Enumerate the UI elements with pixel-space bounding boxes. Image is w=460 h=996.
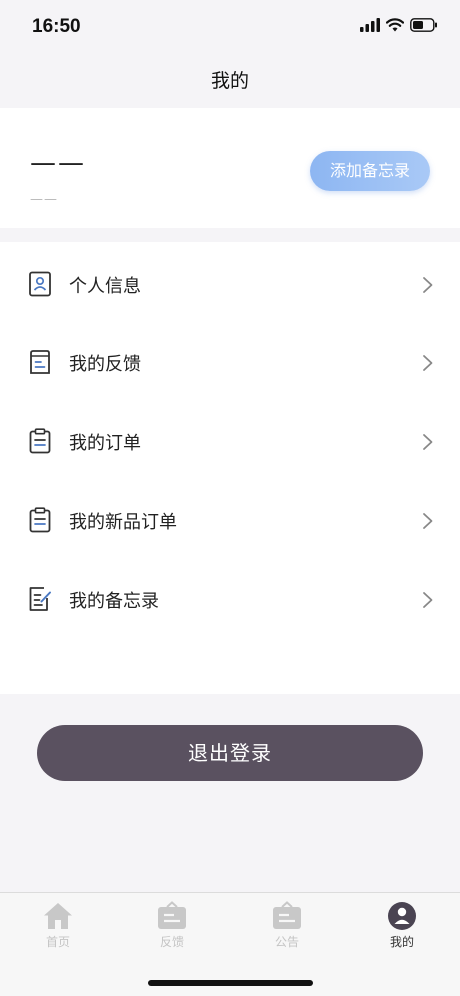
menu-item-new-product-orders[interactable]: 我的新品订单 xyxy=(0,478,460,556)
tab-label: 我的 xyxy=(389,935,414,949)
tab-label: 公告 xyxy=(274,935,299,949)
tab-label: 首页 xyxy=(45,935,70,949)
status-icons xyxy=(360,18,438,32)
tab-label: 反馈 xyxy=(159,935,184,949)
logout-button[interactable]: 退出登录 xyxy=(37,725,423,781)
home-icon xyxy=(44,903,72,929)
profile-card: —— —— 添加备忘录 xyxy=(0,108,460,228)
chevron-right-icon xyxy=(423,592,433,608)
menu-item-label: 我的新品订单 xyxy=(69,512,177,533)
home-indicator xyxy=(148,980,313,986)
battery-icon xyxy=(410,18,437,32)
status-time: 16:50 xyxy=(32,16,81,37)
profile-subtitle: —— xyxy=(30,192,58,207)
tab-mine[interactable]: 我的 xyxy=(352,901,452,950)
menu-item-label: 我的备忘录 xyxy=(69,591,159,612)
nav-bar: 我的 xyxy=(0,58,460,108)
menu-item-profile-info[interactable]: 个人信息 xyxy=(0,242,460,320)
feedback-board-icon xyxy=(158,901,186,929)
tab-notice[interactable]: 公告 xyxy=(237,901,337,950)
person-card-icon xyxy=(29,271,51,297)
chevron-right-icon xyxy=(423,434,433,450)
profile-name: —— xyxy=(30,148,86,178)
chevron-right-icon xyxy=(423,355,433,371)
tab-feedback[interactable]: 反馈 xyxy=(122,901,222,950)
page-title: 我的 xyxy=(210,70,249,92)
menu-item-memos[interactable]: 我的备忘录 xyxy=(0,557,460,635)
user-circle-icon xyxy=(388,902,416,930)
menu-item-label: 我的订单 xyxy=(69,433,141,454)
status-bar: 16:50 xyxy=(0,0,460,58)
menu-item-label: 我的反馈 xyxy=(69,354,141,375)
memo-edit-icon xyxy=(29,587,51,611)
wifi-icon xyxy=(386,18,404,32)
notice-board-icon xyxy=(273,901,301,929)
menu-list: 个人信息 我的反馈 我的订单 我的新品订单 我的备忘录 xyxy=(0,242,460,694)
chevron-right-icon xyxy=(423,277,433,293)
clipboard-icon xyxy=(29,428,51,454)
feedback-icon xyxy=(30,350,50,374)
menu-item-feedback[interactable]: 我的反馈 xyxy=(0,320,460,398)
menu-item-orders[interactable]: 我的订单 xyxy=(0,399,460,477)
tab-home[interactable]: 首页 xyxy=(8,901,108,950)
menu-item-label: 个人信息 xyxy=(69,276,141,297)
clipboard-icon xyxy=(29,507,51,533)
add-memo-button[interactable]: 添加备忘录 xyxy=(310,151,430,191)
signal-icon xyxy=(360,18,380,32)
chevron-right-icon xyxy=(423,513,433,529)
